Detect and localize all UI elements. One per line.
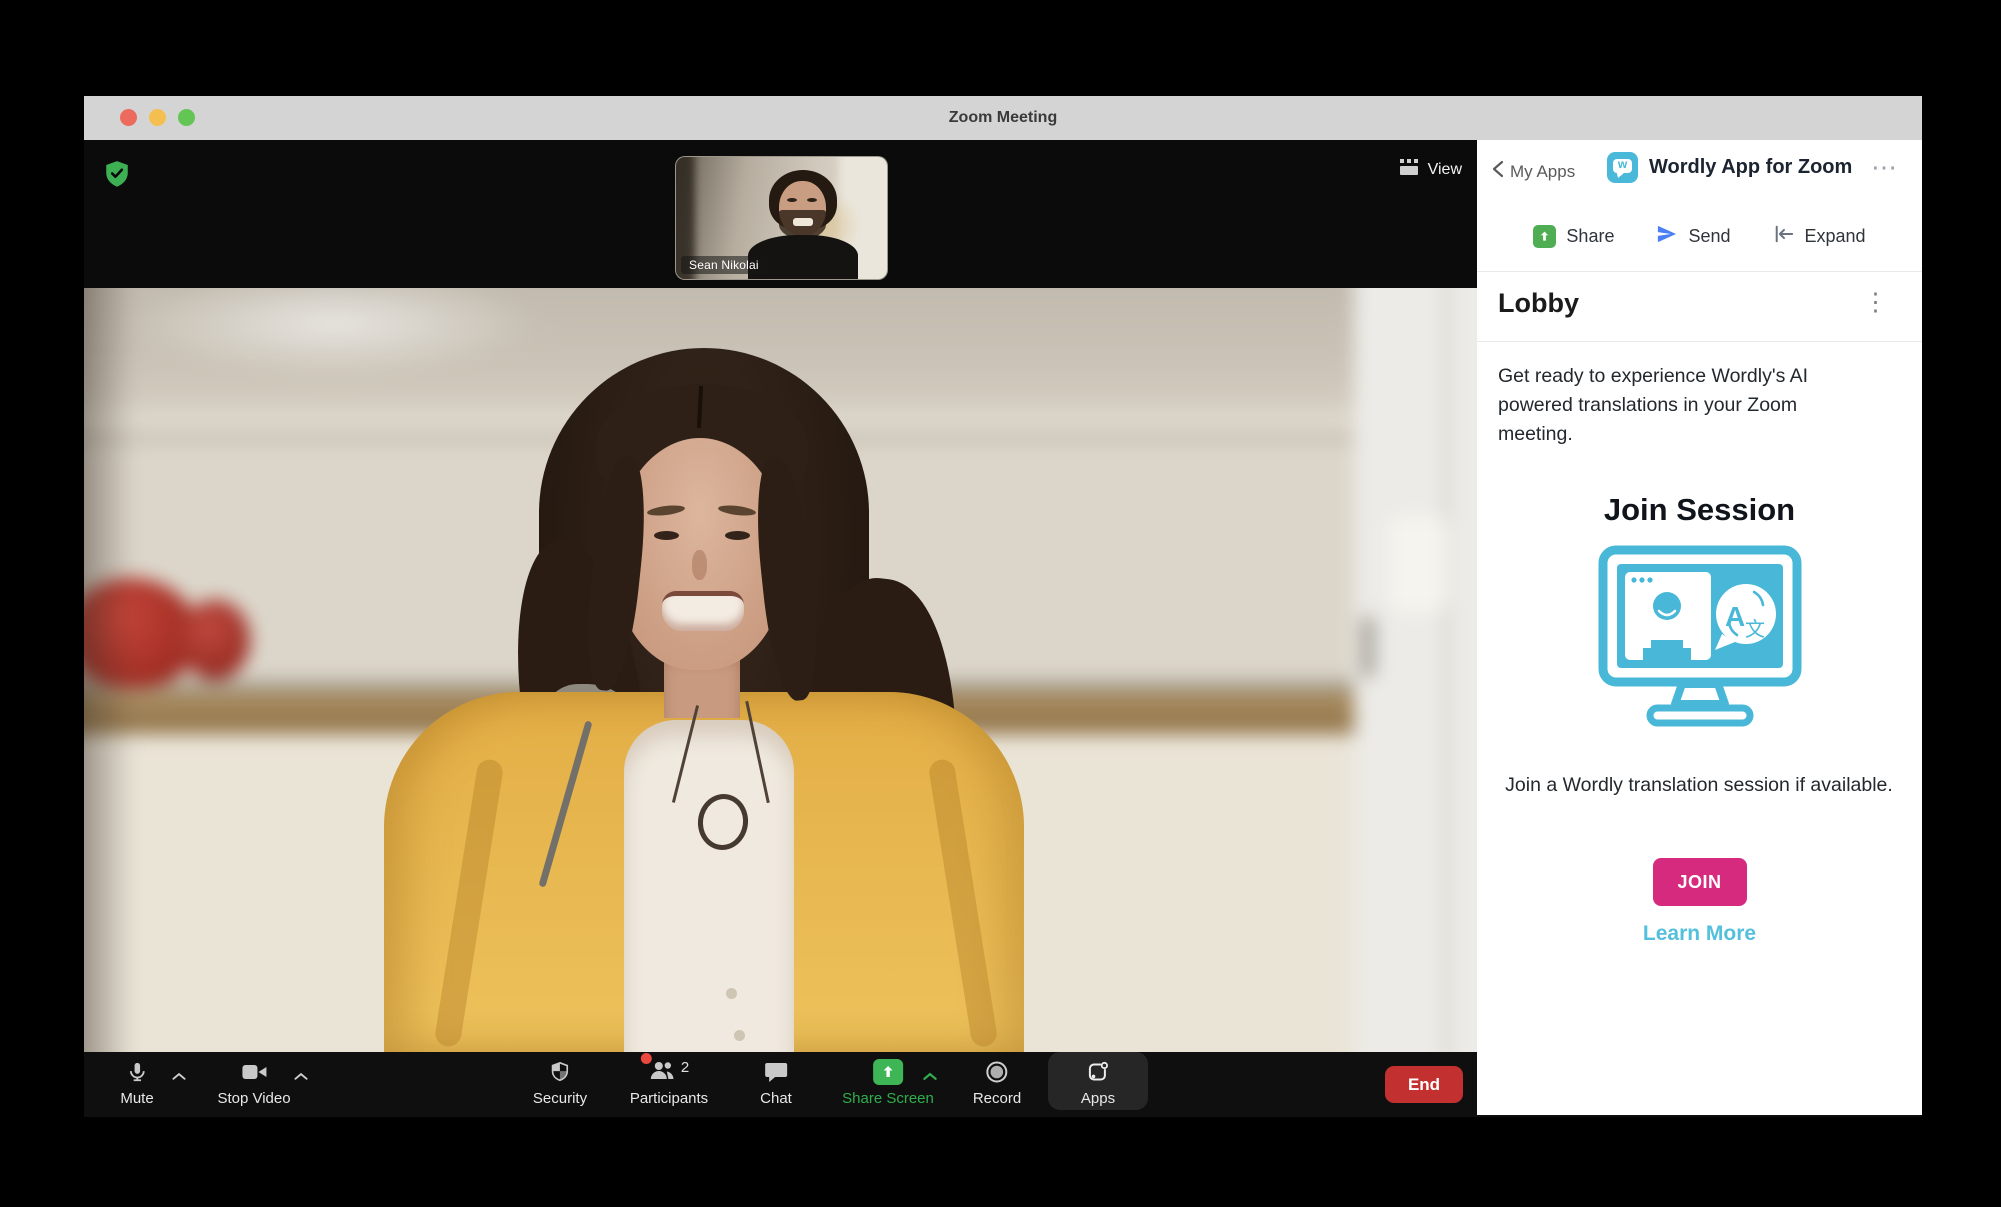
thumb-person-eye bbox=[807, 198, 817, 202]
expand-app-button[interactable]: Expand bbox=[1773, 224, 1866, 249]
meeting-main-area: Sean Nikolai View bbox=[84, 140, 1477, 1117]
security-shield-icon bbox=[549, 1059, 571, 1085]
join-button[interactable]: JOIN bbox=[1653, 858, 1747, 906]
record-icon bbox=[985, 1059, 1009, 1085]
share-screen-icon bbox=[873, 1059, 903, 1085]
red-appliance bbox=[180, 600, 250, 680]
chevron-left-icon bbox=[1491, 160, 1505, 183]
thumb-person-smile bbox=[793, 218, 813, 226]
shirt-button bbox=[734, 1030, 745, 1041]
white-shirt bbox=[624, 720, 794, 1052]
learn-more-link[interactable]: Learn More bbox=[1477, 922, 1922, 946]
share-app-label: Share bbox=[1566, 226, 1614, 247]
view-button[interactable]: View bbox=[1399, 158, 1462, 181]
divider bbox=[1477, 341, 1922, 342]
chat-button[interactable]: Chat bbox=[760, 1059, 792, 1107]
stop-video-label: Stop Video bbox=[217, 1090, 290, 1107]
chat-bubble-icon bbox=[764, 1059, 788, 1085]
app-header: w Wordly App for Zoom bbox=[1607, 152, 1852, 183]
expand-app-label: Expand bbox=[1805, 226, 1866, 247]
camera-icon bbox=[241, 1059, 267, 1085]
thumb-person-eye bbox=[787, 198, 797, 202]
lobby-kebab-menu-icon[interactable]: ⋮ bbox=[1863, 290, 1888, 315]
woman-nose bbox=[692, 550, 707, 580]
send-app-button[interactable]: Send bbox=[1656, 224, 1730, 249]
join-session-description: Join a Wordly translation session if ava… bbox=[1499, 770, 1899, 800]
self-view-thumbnail[interactable]: Sean Nikolai bbox=[675, 156, 888, 280]
send-plane-icon bbox=[1656, 224, 1678, 249]
apps-sidebar-panel: My Apps w Wordly App for Zoom ⋯ Share bbox=[1477, 140, 1922, 1115]
app-action-bar: Share Send Expand bbox=[1477, 224, 1922, 249]
divider bbox=[1477, 271, 1922, 272]
woman-eye bbox=[654, 531, 679, 540]
stop-video-button[interactable]: Stop Video bbox=[217, 1059, 290, 1107]
record-button[interactable]: Record bbox=[973, 1059, 1021, 1107]
view-button-label: View bbox=[1428, 161, 1462, 179]
participants-count-badge: 2 bbox=[681, 1059, 689, 1076]
more-options-icon[interactable]: ⋯ bbox=[1871, 152, 1898, 183]
participants-button[interactable]: 2 Participants bbox=[630, 1059, 708, 1107]
chat-label: Chat bbox=[760, 1090, 792, 1107]
back-label: My Apps bbox=[1510, 162, 1575, 182]
top-strip: Sean Nikolai View bbox=[84, 140, 1477, 288]
self-view-name-label: Sean Nikolai bbox=[681, 256, 767, 274]
lobby-heading: Lobby bbox=[1498, 288, 1579, 319]
apps-button[interactable]: Apps bbox=[1081, 1059, 1115, 1107]
apps-icon bbox=[1086, 1059, 1110, 1085]
join-session-heading: Join Session bbox=[1477, 492, 1922, 528]
translation-session-illustration: A 文 bbox=[1594, 544, 1806, 735]
participants-icon bbox=[649, 1059, 677, 1085]
svg-text:文: 文 bbox=[1745, 618, 1765, 641]
zoom-meeting-window: Zoom Meeting bbox=[84, 96, 1922, 1117]
participants-label: Participants bbox=[630, 1090, 708, 1107]
end-meeting-button[interactable]: End bbox=[1385, 1066, 1463, 1103]
send-app-label: Send bbox=[1688, 226, 1730, 247]
back-to-my-apps[interactable]: My Apps bbox=[1491, 160, 1575, 183]
record-label: Record bbox=[973, 1090, 1021, 1107]
window-titlebar: Zoom Meeting bbox=[84, 96, 1922, 141]
woman-smile bbox=[662, 591, 744, 631]
svg-text:A: A bbox=[1725, 601, 1745, 632]
participants-notification-dot bbox=[641, 1053, 652, 1064]
encryption-shield-icon[interactable] bbox=[104, 160, 130, 188]
security-button[interactable]: Security bbox=[533, 1059, 587, 1107]
woman-eye bbox=[725, 531, 750, 540]
share-options-caret[interactable] bbox=[923, 1068, 938, 1086]
white-jar bbox=[1389, 516, 1447, 612]
wordly-app-icon: w bbox=[1607, 152, 1638, 183]
expand-left-icon bbox=[1773, 224, 1795, 249]
shirt-button bbox=[726, 988, 737, 999]
app-title: Wordly App for Zoom bbox=[1649, 156, 1852, 179]
share-app-icon bbox=[1533, 225, 1556, 248]
security-label: Security bbox=[533, 1090, 587, 1107]
microphone-icon bbox=[126, 1059, 148, 1085]
desktop: Zoom Meeting bbox=[0, 0, 2001, 1207]
window-title: Zoom Meeting bbox=[84, 96, 1922, 140]
share-screen-label: Share Screen bbox=[842, 1090, 934, 1107]
share-app-button[interactable]: Share bbox=[1533, 225, 1614, 248]
mute-options-caret[interactable] bbox=[172, 1068, 187, 1086]
apps-label: Apps bbox=[1081, 1090, 1115, 1107]
door-handle bbox=[1362, 616, 1374, 678]
view-layout-icon bbox=[1399, 158, 1419, 181]
lobby-intro-text: Get ready to experience Wordly's AI powe… bbox=[1498, 362, 1872, 449]
mute-label: Mute bbox=[120, 1090, 153, 1107]
meeting-toolbar: Mute Stop Video bbox=[84, 1052, 1477, 1117]
remote-participant-video bbox=[84, 288, 1477, 1052]
mute-button[interactable]: Mute bbox=[120, 1059, 153, 1107]
video-options-caret[interactable] bbox=[294, 1068, 309, 1086]
share-screen-button[interactable]: Share Screen bbox=[842, 1059, 934, 1107]
left-shadow bbox=[84, 288, 134, 1052]
